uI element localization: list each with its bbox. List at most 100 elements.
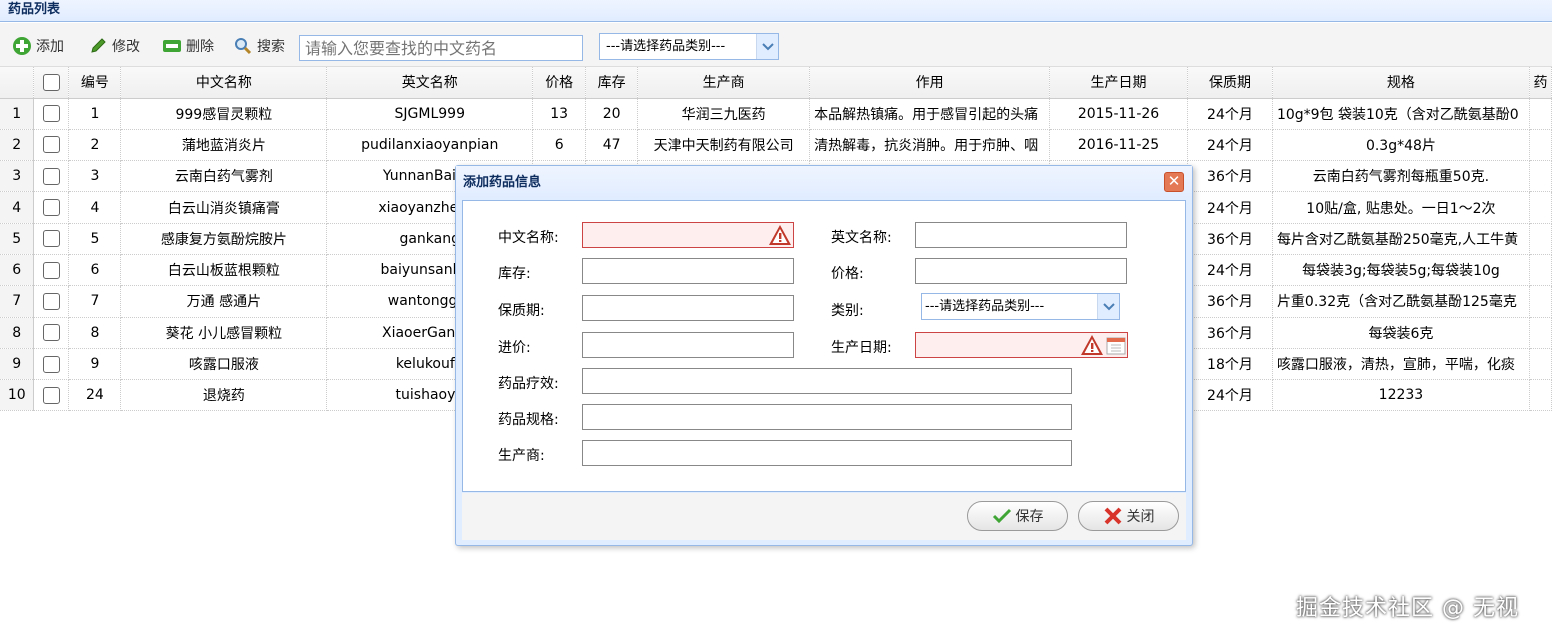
cell-id: 6 [68,254,122,287]
row-checkbox[interactable] [42,105,60,123]
col-header-more[interactable]: 药 [1529,67,1552,99]
col-header-effect[interactable]: 作用 [809,67,1051,99]
cell-more [1529,223,1552,255]
cell-id: 4 [68,191,122,224]
dialog-category-select[interactable]: ---请选择药品类别--- [921,293,1120,320]
effect-field[interactable] [582,368,1072,394]
cell-date: 2015-11-26 [1049,98,1188,130]
cell-rownum: 2 [0,129,35,162]
close-label: 关闭 [1126,509,1155,525]
cell-cb[interactable] [33,160,70,193]
cell-rownum: 8 [0,317,35,349]
search-input[interactable] [299,35,583,61]
cell-rownum: 5 [0,223,35,255]
cell-cb[interactable] [33,129,70,162]
stock-field[interactable] [582,258,794,284]
col-header-shelf[interactable]: 保质期 [1187,67,1273,99]
shelf-field[interactable] [582,295,794,321]
panel-title: 药品列表 [0,0,1552,22]
row-checkbox[interactable] [42,324,60,342]
cell-cn-name: 云南白药气雾剂 [120,160,328,193]
col-header-date[interactable]: 生产日期 [1049,67,1188,99]
stock-label: 库存: [498,266,531,282]
cell-maker: 天津中天制药有限公司 [637,129,811,162]
row-checkbox[interactable] [42,230,60,248]
chevron-down-icon[interactable] [1097,294,1119,319]
edit-label: 修改 [112,39,140,55]
row-checkbox[interactable] [42,292,60,310]
search-icon [233,36,253,56]
cell-cb[interactable] [33,98,70,130]
chevron-down-icon[interactable] [756,34,778,59]
cell-shelf: 24个月 [1187,254,1273,287]
col-header-price[interactable]: 价格 [532,67,587,99]
spec-field[interactable] [582,404,1072,430]
row-checkbox[interactable] [42,355,60,373]
search-button[interactable]: 搜索 [233,35,285,57]
cell-spec: 0.3g*48片 [1272,129,1530,162]
cell-spec: 10贴/盒, 贴患处。一日1～2次 [1272,191,1530,224]
cell-cn-name: 白云山板蓝根颗粒 [120,254,328,287]
table-row[interactable]: 1 1 999感冒灵颗粒 SJGML999 13 20 华润三九医药 本品解热镇痛。用于感冒引… [0,98,1552,130]
cell-spec: 片重0.32克（含对乙酰氨基酚125毫克 [1272,285,1530,318]
add-button[interactable]: 添加 [12,35,64,57]
category-select[interactable]: ---请选择药品类别--- [599,33,779,60]
cell-more [1529,348,1552,381]
warning-icon [768,224,792,250]
cell-more [1529,98,1552,130]
cell-stock: 47 [585,129,639,162]
save-button[interactable]: 保存 [967,501,1068,531]
select-all-checkbox[interactable] [33,67,70,99]
edit-button[interactable]: 修改 [88,35,140,57]
pencil-icon [88,36,108,56]
cell-more [1529,254,1552,287]
cell-shelf: 36个月 [1187,317,1273,349]
add-drug-dialog: 添加药品信息 ✕ 中文名称: 英文名称: 库存: 价格: 保质期: 类别: --… [455,165,1193,546]
delete-button[interactable]: 删除 [162,35,214,57]
row-checkbox[interactable] [42,136,60,154]
cell-cb[interactable] [33,348,70,381]
cell-spec: 咳露口服液，清热，宣肺，平喘，化痰 [1272,348,1530,381]
cell-rownum: 10 [0,379,35,412]
cell-price: 6 [532,129,587,162]
col-header-cn-name[interactable]: 中文名称 [120,67,328,99]
cell-cn-name: 999感冒灵颗粒 [120,98,328,130]
cell-cb[interactable] [33,379,70,412]
row-checkbox[interactable] [42,261,60,279]
en-name-field[interactable] [915,222,1127,248]
cell-id: 5 [68,223,122,255]
col-header-maker[interactable]: 生产商 [637,67,811,99]
cell-cb[interactable] [33,317,70,349]
cell-maker: 华润三九医药 [637,98,811,130]
cell-cb[interactable] [33,223,70,255]
cell-cb[interactable] [33,285,70,318]
cell-id: 7 [68,285,122,318]
col-header-id[interactable]: 编号 [68,67,122,99]
cell-cb[interactable] [33,191,70,224]
row-checkbox[interactable] [42,386,60,404]
maker-field[interactable] [582,440,1072,466]
close-button[interactable]: 关闭 [1078,501,1179,531]
cell-cb[interactable] [33,254,70,287]
close-icon[interactable]: ✕ [1164,172,1184,192]
dialog-form: 中文名称: 英文名称: 库存: 价格: 保质期: 类别: ---请选择药品类别-… [462,200,1186,492]
row-checkbox[interactable] [42,199,60,217]
row-checkbox[interactable] [42,167,60,185]
col-header-stock[interactable]: 库存 [585,67,639,99]
cn-name-field[interactable] [582,222,794,248]
col-header-en-name[interactable]: 英文名称 [326,67,534,99]
date-field[interactable] [915,332,1128,358]
cell-id: 9 [68,348,122,381]
cell-shelf: 36个月 [1187,285,1273,318]
cell-more [1529,191,1552,224]
category-label: 类别: [831,303,864,319]
col-header-spec[interactable]: 规格 [1272,67,1530,99]
table-row[interactable]: 2 2 蒲地蓝消炎片 pudilanxiaoyanpian 6 47 天津中天制药有限公司清… [0,129,1552,162]
cell-shelf: 36个月 [1187,223,1273,255]
cell-id: 3 [68,160,122,193]
calendar-icon[interactable] [1106,335,1126,359]
cost-field[interactable] [582,332,794,358]
price-field[interactable] [915,258,1127,284]
cell-cn-name: 葵花 小儿感冒颗粒 [120,317,328,349]
effect-label: 药品疗效: [498,376,559,392]
